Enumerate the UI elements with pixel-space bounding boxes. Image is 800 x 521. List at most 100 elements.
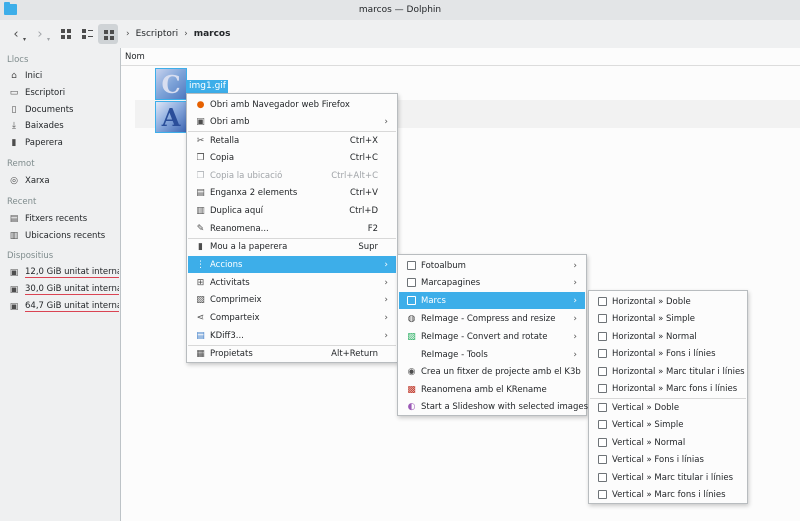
toolbar: ‹ ▾ › ▾ › Escriptori › marcos <box>0 20 800 48</box>
properties-icon: ▦ <box>196 348 205 359</box>
menu-item-compress[interactable]: ▧ Comprimeix › <box>188 291 396 308</box>
menu-item-fotoalbum[interactable]: Fotoalbum › <box>399 257 585 274</box>
open-with-icon: ▣ <box>196 116 205 127</box>
menu-item-rename[interactable]: ✎ Reanomena... F2 <box>188 220 396 237</box>
menu-item-horizontal-marc-fons[interactable]: Horizontal » Marc fons i línies <box>590 380 746 397</box>
sidebar-item-recent-files[interactable]: ▤ Fitxers recents <box>9 211 119 226</box>
sidebar-item-device-1[interactable]: ▣12,0 GiB unitat interna (s <box>9 265 119 280</box>
desktop-icon: ▭ <box>9 87 19 98</box>
drive-icon: ▣ <box>9 267 19 278</box>
menu-item-paste[interactable]: ▤ Enganxa 2 elements Ctrl+V <box>188 184 396 201</box>
marcs-submenu: Horizontal » Doble Horizontal » Simple H… <box>588 290 748 504</box>
menu-item-vertical-marc-fons[interactable]: Vertical » Marc fons i línies <box>590 486 746 503</box>
sidebar-item-downloads[interactable]: ⤓ Baixades <box>9 118 119 133</box>
slideshow-icon: ◐ <box>407 401 416 412</box>
menu-item-duplicate[interactable]: ▥ Duplica aquí Ctrl+D <box>188 202 396 219</box>
menu-item-horizontal-fons-linies[interactable]: Horizontal » Fons i línies <box>590 345 746 362</box>
checkbox-icon <box>598 403 607 412</box>
menu-item-horizontal-doble[interactable]: Horizontal » Doble <box>590 293 746 310</box>
file-thumbnail[interactable]: C <box>155 68 187 100</box>
menu-item-krename[interactable]: ▩ Reanomena amb el KRename <box>399 381 585 398</box>
menu-item-share[interactable]: ⋖ Comparteix › <box>188 309 396 326</box>
file-thumbnail[interactable]: A <box>155 101 187 133</box>
chevron-right-icon: › <box>384 116 388 127</box>
forward-arrow-icon: › <box>37 26 43 42</box>
compress-icon: ▧ <box>196 294 205 305</box>
menu-item-k3b-project[interactable]: ◉ Crea un fitxer de projecte amb el K3b <box>399 363 585 380</box>
column-header-name[interactable]: Nom <box>121 48 800 66</box>
menu-item-open-with[interactable]: ▣ Obri amb › <box>188 113 396 130</box>
menu-item-horizontal-normal[interactable]: Horizontal » Normal <box>590 328 746 345</box>
checkbox-icon <box>598 349 607 358</box>
actions-icon: ⋮ <box>196 259 205 270</box>
checkbox-icon <box>598 367 607 376</box>
menu-item-kdiff3[interactable]: ▤ KDiff3... › <box>188 327 396 344</box>
back-button[interactable]: ‹ ▾ <box>6 24 26 44</box>
checkbox-icon <box>407 296 416 305</box>
checkbox-icon <box>598 455 607 464</box>
sidebar-item-documents[interactable]: ▯ Documents <box>9 102 119 117</box>
image-icon: ▨ <box>407 331 416 342</box>
menu-item-vertical-doble[interactable]: Vertical » Doble <box>590 399 746 416</box>
menu-item-activities[interactable]: ⊞ Activitats › <box>188 274 396 291</box>
krename-icon: ▩ <box>407 384 416 395</box>
sidebar-item-desktop[interactable]: ▭ Escriptori <box>9 85 119 100</box>
sidebar-item-home[interactable]: ⌂ Inici <box>9 68 119 83</box>
chevron-right-icon: › <box>184 29 188 39</box>
section-title-recent: Recent <box>7 197 37 207</box>
copy-location-icon: ❐ <box>196 170 205 181</box>
view-details-button[interactable] <box>98 24 118 44</box>
downloads-icon: ⤓ <box>12 120 16 131</box>
menu-item-vertical-normal[interactable]: Vertical » Normal <box>590 434 746 451</box>
menu-item-reimage-convert[interactable]: ▨ ReImage - Convert and rotate › <box>399 328 585 345</box>
sidebar-item-network[interactable]: ◎ Xarxa <box>9 173 119 188</box>
sidebar-item-device-2[interactable]: ▣30,0 GiB unitat interna (s <box>9 282 119 297</box>
recent-files-icon: ▤ <box>9 213 19 224</box>
rename-icon: ✎ <box>196 223 205 234</box>
forward-button[interactable]: › ▾ <box>30 24 50 44</box>
menu-item-actions[interactable]: ⋮ Accions › <box>188 256 396 273</box>
checkbox-icon <box>598 420 607 429</box>
sidebar-item-recent-locations[interactable]: ▥ Ubicacions recents <box>9 228 119 243</box>
section-title-remote: Remot <box>7 159 35 169</box>
menu-item-cut[interactable]: ✂ Retalla Ctrl+X <box>188 132 396 149</box>
view-icons-button[interactable] <box>56 24 76 44</box>
breadcrumb-item[interactable]: Escriptori <box>136 29 178 39</box>
menu-item-vertical-simple[interactable]: Vertical » Simple <box>590 416 746 433</box>
home-icon: ⌂ <box>11 70 17 81</box>
sidebar-item-trash[interactable]: ▮ Paperera <box>9 135 119 150</box>
chevron-right-icon: › <box>384 259 388 270</box>
view-compact-button[interactable] <box>77 24 97 44</box>
documents-icon: ▯ <box>11 104 17 115</box>
chevron-right-icon: › <box>573 349 577 360</box>
menu-item-reimage-compress[interactable]: ◍ ReImage - Compress and resize › <box>399 310 585 327</box>
menu-item-marcs[interactable]: Marcs › <box>399 292 585 309</box>
file-name-label[interactable]: img1.gif <box>187 80 228 93</box>
menu-item-copy[interactable]: ❐ Copia Ctrl+C <box>188 149 396 166</box>
trash-icon: ▮ <box>11 137 17 148</box>
menu-item-properties[interactable]: ▦ Propietats Alt+Return <box>188 345 396 362</box>
breadcrumb: › Escriptori › marcos <box>126 29 230 39</box>
sidebar-item-device-3[interactable]: ▣64,7 GiB unitat interna (s <box>9 299 119 314</box>
menu-item-horizontal-marc-titular[interactable]: Horizontal » Marc titular i línies <box>590 363 746 380</box>
menu-item-horizontal-simple[interactable]: Horizontal » Simple <box>590 310 746 327</box>
section-title-places: Llocs <box>7 55 29 65</box>
menu-item-reimage-tools[interactable]: ReImage - Tools › <box>399 346 585 363</box>
menu-item-vertical-fons-linias[interactable]: Vertical » Fons i línias <box>590 451 746 468</box>
actions-submenu: Fotoalbum › Marcapagines › Marcs › ◍ ReImage… <box>397 254 588 416</box>
menu-item-move-to-trash[interactable]: ▮ Mou a la paperera Supr <box>188 238 396 255</box>
menu-item-open-firefox[interactable]: ● Obri amb Navegador web Firefox <box>188 96 396 113</box>
dropdown-arrow-icon: ▾ <box>22 36 26 43</box>
details-view-icon <box>103 29 114 40</box>
menu-item-vertical-marc-titular[interactable]: Vertical » Marc titular i línies <box>590 469 746 486</box>
copy-icon: ❐ <box>196 152 205 163</box>
chevron-right-icon: › <box>126 29 130 39</box>
chevron-right-icon: › <box>573 295 577 306</box>
network-icon: ◎ <box>10 175 18 186</box>
menu-item-marcapagines[interactable]: Marcapagines › <box>399 274 585 291</box>
breadcrumb-current[interactable]: marcos <box>194 29 231 39</box>
dropdown-arrow-icon: ▾ <box>46 36 50 43</box>
places-panel: Llocs ⌂ Inici ▭ Escriptori ▯ Documents ⤓ Bai… <box>0 48 120 521</box>
drive-icon: ▣ <box>9 284 19 295</box>
menu-item-slideshow[interactable]: ◐ Start a Slideshow with selected images <box>399 398 588 415</box>
